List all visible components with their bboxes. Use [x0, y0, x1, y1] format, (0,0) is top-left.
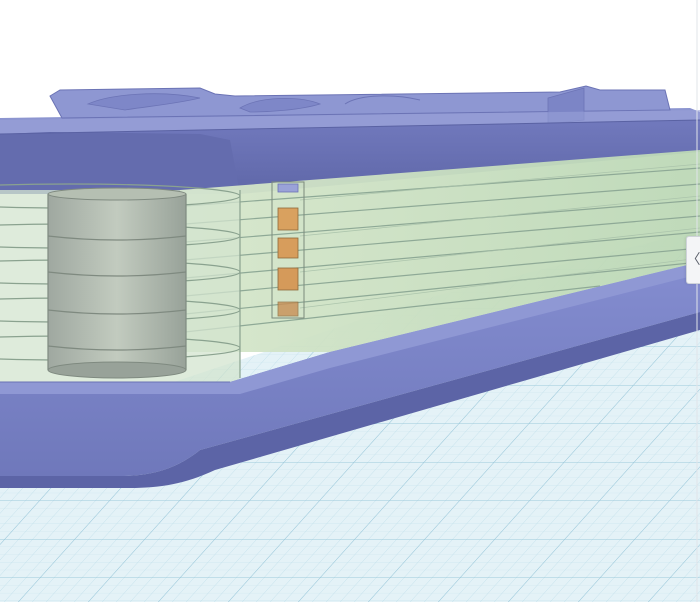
3d-viewport[interactable] [0, 0, 700, 602]
panel-collapse-toggle[interactable]: 〈 [686, 236, 700, 284]
chevron-left-icon: 〈 [686, 252, 700, 268]
center-post-cylinder[interactable] [47, 187, 187, 379]
